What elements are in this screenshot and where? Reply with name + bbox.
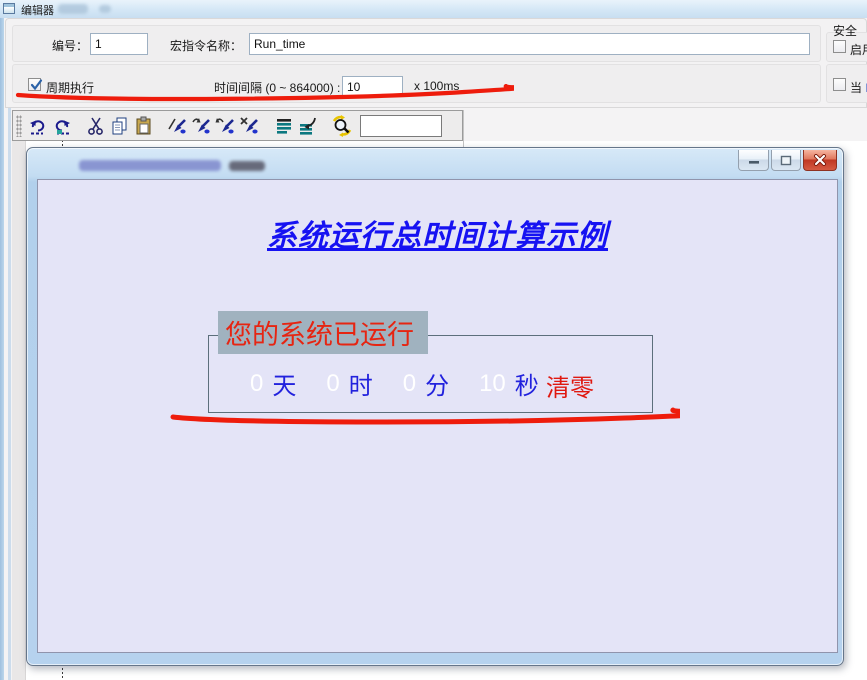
macro-name-input[interactable] xyxy=(249,33,810,55)
checkmark-icon xyxy=(29,77,44,92)
cut-button[interactable] xyxy=(84,114,108,138)
hmi-screen-canvas: 系统运行总时间计算示例 您的系统已运行 0 天 0 时 0 分 10 秒 清零 xyxy=(37,179,838,653)
minimize-icon xyxy=(748,155,760,165)
window-left-border-inner xyxy=(8,18,11,680)
macro-toolbar xyxy=(12,110,463,141)
pen-insert-button[interactable] xyxy=(190,114,214,138)
trigger-checkbox[interactable] xyxy=(833,78,846,91)
undo-icon xyxy=(27,115,49,137)
app-window-icon xyxy=(3,3,15,14)
redacted-title-blur xyxy=(58,4,88,14)
copy-button[interactable] xyxy=(108,114,132,138)
pen-add-icon xyxy=(167,115,189,137)
pen-delete-icon xyxy=(239,115,261,137)
pen-insert-icon xyxy=(191,115,213,137)
runtime-display: 0 天 0 时 0 分 10 秒 xyxy=(250,366,539,401)
seconds-value: 10 xyxy=(479,370,506,398)
periodic-checkbox[interactable] xyxy=(28,78,41,91)
cut-icon xyxy=(85,115,107,137)
interval-label: 时间间隔 (0 ~ 864000) : xyxy=(214,79,340,96)
toolbar-grip[interactable] xyxy=(16,115,22,137)
redacted-title-blur xyxy=(99,5,111,13)
periodic-checkbox-label: 周期执行 xyxy=(46,79,94,96)
find-replace-button[interactable] xyxy=(330,114,354,138)
minutes-value: 0 xyxy=(403,370,416,398)
clear-button[interactable]: 清零 xyxy=(546,368,594,403)
macro-number-label: 编号： xyxy=(52,37,88,54)
undo-button[interactable] xyxy=(26,114,50,138)
redo-button[interactable] xyxy=(50,114,74,138)
pen-add-button[interactable] xyxy=(166,114,190,138)
maximize-icon xyxy=(780,155,792,166)
window-left-border xyxy=(0,18,4,680)
toolbar-search-input[interactable] xyxy=(360,115,442,137)
trigger-checkbox-label: 当 H xyxy=(850,79,867,96)
preview-window: 系统运行总时间计算示例 您的系统已运行 0 天 0 时 0 分 10 秒 清零 xyxy=(26,147,844,666)
minimize-button[interactable] xyxy=(738,150,769,171)
pen-delete-button[interactable] xyxy=(238,114,262,138)
security-enable-checkbox[interactable] xyxy=(833,40,846,53)
days-unit: 天 xyxy=(272,366,296,401)
runtime-groupbox-legend: 您的系统已运行 xyxy=(218,311,428,354)
security-enable-label: 启用 xyxy=(850,41,867,58)
pen-modify-icon xyxy=(215,115,237,137)
redo-icon xyxy=(51,115,73,137)
redacted-dialog-title-blur xyxy=(79,160,221,171)
interval-input[interactable] xyxy=(342,76,403,97)
editor-marker xyxy=(57,130,62,134)
macro-list-button[interactable] xyxy=(272,114,296,138)
pen-modify-button[interactable] xyxy=(214,114,238,138)
goto-line-icon xyxy=(297,115,319,137)
app-titlebar: 编辑器 xyxy=(0,0,867,18)
maximize-button[interactable] xyxy=(771,150,801,171)
paste-button[interactable] xyxy=(132,114,156,138)
macro-list-icon xyxy=(273,115,295,137)
goto-line-button[interactable] xyxy=(296,114,320,138)
interval-unit-label: x 100ms xyxy=(414,79,459,93)
redacted-dialog-title-blur xyxy=(229,161,265,171)
paste-icon xyxy=(133,115,155,137)
hours-value: 0 xyxy=(326,370,339,398)
app-title: 编辑器 xyxy=(21,2,54,18)
close-button[interactable] xyxy=(803,150,837,171)
seconds-unit: 秒 xyxy=(515,366,539,401)
screen-heading: 系统运行总时间计算示例 xyxy=(38,211,837,255)
editor-gutter xyxy=(12,141,26,680)
hours-unit: 时 xyxy=(349,366,373,401)
security-group-label: 安全 xyxy=(833,22,857,39)
days-value: 0 xyxy=(250,370,263,398)
close-icon xyxy=(813,154,827,166)
trigger-label-prefix: 当 xyxy=(850,81,865,95)
minutes-unit: 分 xyxy=(425,366,449,401)
macro-name-label: 宏指令名称： xyxy=(170,37,242,54)
macro-number-input[interactable] xyxy=(90,33,148,55)
find-replace-icon xyxy=(331,115,353,137)
pane-splitter xyxy=(463,110,464,148)
copy-icon xyxy=(109,115,131,137)
